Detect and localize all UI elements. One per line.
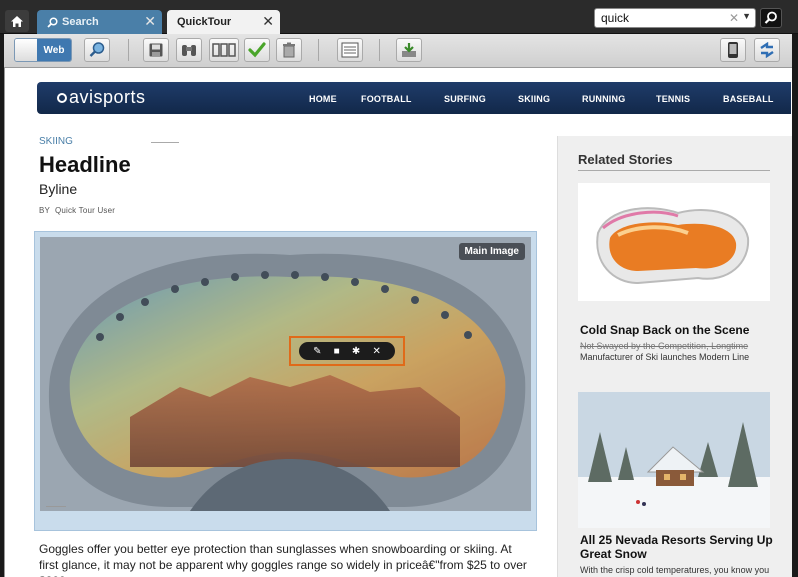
sync-icon (760, 42, 774, 58)
section-kicker[interactable]: SKIING (39, 136, 73, 147)
sync-button[interactable] (754, 38, 780, 62)
page-preview: avisports HOME FOOTBALL SURFING SKIING R… (4, 68, 792, 577)
author-line: BY Quick Tour User (39, 206, 115, 215)
main-image[interactable]: Main Image ✎ ■ ✱ ✕ (40, 237, 531, 511)
author-prefix: BY (39, 206, 51, 215)
nav-running[interactable]: RUNNING (582, 94, 625, 104)
nav-football[interactable]: FOOTBALL (361, 94, 412, 104)
related-story-summary: With the crisp cold temperatures, you kn… (580, 565, 770, 575)
ski-goggles-photo (40, 237, 531, 511)
tab-search-close-icon[interactable]: ✕ (144, 14, 156, 28)
snowy-cabin-photo (578, 392, 770, 528)
tab-bar: Search ✕ QuickTour ✕ quick ✕ ▼ (0, 0, 798, 34)
trash-icon (283, 42, 295, 58)
tab-quicktour[interactable]: QuickTour ✕ (167, 10, 280, 34)
layout-button[interactable] (337, 38, 363, 62)
site-logo-text: avisports (69, 87, 146, 107)
search-go-button[interactable] (760, 8, 782, 28)
site-navbar: avisports HOME FOOTBALL SURFING SKIING R… (37, 82, 791, 114)
divider (578, 170, 770, 171)
related-story-summary: Manufacturer of Ski launches Modern Line (580, 352, 750, 362)
compare-button[interactable] (209, 38, 239, 62)
tab-search[interactable]: Search ✕ (37, 10, 162, 34)
tab-quicktour-close-icon[interactable]: ✕ (262, 14, 274, 28)
nav-baseball[interactable]: BASEBALL (723, 94, 774, 104)
related-story-sub-strike: Not Swayed by the Competition, Longtime (580, 341, 749, 351)
mobile-icon (728, 42, 738, 58)
search-tab-icon (47, 16, 58, 28)
main-image-badge: Main Image (458, 243, 525, 260)
toolbar-divider (379, 39, 380, 61)
nav-tennis[interactable]: TENNIS (656, 94, 690, 104)
related-story-title[interactable]: All 25 Nevada Resorts Serving Up Great S… (580, 533, 780, 561)
related-stories-panel: Related Stories Cold Snap Back on the Sc… (557, 136, 792, 577)
site-logo[interactable]: avisports (57, 87, 146, 108)
settings-icon[interactable]: ✱ (352, 346, 360, 357)
nav-home[interactable]: HOME (309, 94, 337, 104)
publish-button[interactable] (396, 38, 422, 62)
related-story-title[interactable]: Cold Snap Back on the Scene (580, 323, 780, 337)
clear-search-icon[interactable]: ✕ (729, 11, 739, 25)
publish-icon (402, 43, 416, 57)
page-title[interactable]: Headline (39, 152, 131, 178)
toolbar: Web (4, 34, 792, 68)
home-icon (11, 15, 23, 27)
image-edit-toolbar-pill: ✎ ■ ✱ ✕ (299, 342, 395, 360)
article-body[interactable]: Goggles offer you better eye protection … (39, 541, 529, 577)
caption-placeholder[interactable] (46, 506, 66, 507)
mobile-preview-button[interactable] (720, 38, 746, 62)
image-edit-toolbar: ✎ ■ ✱ ✕ (289, 336, 405, 366)
save-button[interactable] (143, 38, 169, 62)
find-button[interactable] (176, 38, 202, 62)
edit-icon[interactable]: ✎ (313, 346, 321, 357)
search-input-value: quick (601, 11, 630, 25)
delete-button[interactable] (276, 38, 302, 62)
author-name[interactable]: Quick Tour User (55, 206, 115, 215)
search-go-icon (764, 11, 777, 24)
remove-icon[interactable]: ✕ (372, 346, 380, 357)
web-toggle[interactable]: Web (14, 38, 72, 62)
search-input[interactable]: quick ✕ ▼ (594, 8, 756, 28)
compare-icon (212, 43, 236, 57)
logo-mark-icon (57, 93, 67, 104)
nav-skiing[interactable]: SKIING (518, 94, 550, 104)
save-icon (149, 43, 163, 57)
edit-placeholder[interactable] (151, 142, 179, 143)
approve-button[interactable] (244, 38, 270, 62)
search-tool-icon (89, 42, 105, 57)
orange-goggles-photo (578, 183, 770, 301)
related-story-image[interactable] (578, 392, 770, 528)
binoculars-icon (182, 45, 196, 56)
nav-surfing[interactable]: SURFING (444, 94, 486, 104)
tab-search-label: Search (62, 16, 99, 28)
byline[interactable]: Byline (39, 181, 77, 197)
tab-quicktour-label: QuickTour (177, 16, 232, 28)
search-dropdown-icon[interactable]: ▼ (742, 11, 751, 21)
search-tool-button[interactable] (84, 38, 110, 62)
approve-icon (248, 42, 266, 58)
toolbar-divider (318, 39, 319, 61)
web-toggle-knob (15, 39, 37, 61)
related-story-image[interactable] (578, 183, 770, 301)
web-toggle-label: Web (37, 39, 71, 61)
home-button[interactable] (5, 10, 29, 32)
related-stories-heading: Related Stories (578, 152, 673, 167)
main-image-slot[interactable]: Main Image ✎ ■ ✱ ✕ (34, 231, 537, 531)
clipboard-icon[interactable]: ■ (334, 346, 340, 357)
layout-icon (341, 42, 359, 58)
toolbar-divider (128, 39, 129, 61)
